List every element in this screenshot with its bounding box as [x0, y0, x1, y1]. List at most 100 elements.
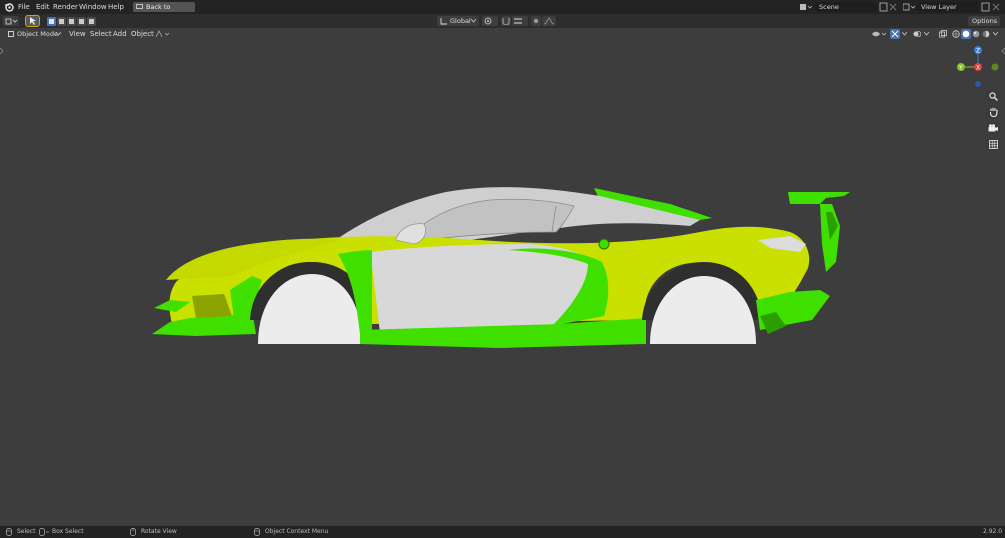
overlays-toggle[interactable]	[912, 29, 922, 39]
viewport-header: Object Mode View Select Add Object	[0, 28, 1005, 40]
screen-icon	[136, 4, 143, 9]
menu-render[interactable]: Render	[53, 2, 78, 12]
select-mode-new-icon[interactable]	[47, 17, 56, 26]
snap-target-dropdown[interactable]	[512, 16, 528, 26]
magnet-icon	[502, 18, 510, 25]
menu-window[interactable]: Window	[79, 2, 107, 12]
grid-icon	[989, 140, 998, 149]
gizmo-dropdown-icon[interactable]	[902, 32, 907, 36]
menu-add[interactable]: Add	[113, 29, 127, 39]
gizmo-icon	[891, 30, 899, 38]
hand-icon	[989, 107, 998, 117]
gizmo-z-label: Z	[976, 48, 980, 55]
delete-scene-icon[interactable]	[889, 3, 897, 11]
increment-icon	[514, 18, 522, 24]
object-mode-icon	[8, 31, 14, 37]
menu-view[interactable]: View	[69, 29, 86, 39]
scene-name: Scene	[819, 3, 839, 11]
transform-orientation-label: Global	[450, 17, 471, 25]
mode-label: Object Mode	[17, 30, 58, 38]
pivot-point-dropdown[interactable]	[482, 16, 498, 26]
chevron-down-icon	[471, 19, 476, 23]
status-rotate-view: Rotate View	[141, 528, 177, 535]
falloff-dropdown[interactable]	[542, 16, 556, 26]
shading-rendered-button[interactable]	[981, 29, 991, 39]
options-button[interactable]: Options	[968, 16, 1000, 26]
shading-material-button[interactable]	[971, 29, 981, 39]
version-label: 2.92.0	[983, 528, 1003, 535]
menu-edit[interactable]: Edit	[36, 2, 50, 12]
status-box-select: Box Select	[52, 528, 84, 535]
mode-dropdown[interactable]: Object Mode	[5, 29, 63, 39]
gizmo-toggle[interactable]	[890, 29, 900, 39]
shading-wireframe-button[interactable]	[951, 29, 961, 39]
editor-type-button[interactable]	[3, 16, 19, 26]
mouse-right-icon	[254, 528, 260, 536]
select-mode-subtract-icon[interactable]	[67, 17, 76, 26]
3d-viewport[interactable]	[0, 14, 1005, 526]
gizmo-y-label: Y	[958, 65, 963, 72]
select-mode-intersect-icon[interactable]	[87, 17, 96, 26]
car-model[interactable]	[0, 14, 1005, 526]
navigation-gizmo[interactable]: Z Y X	[952, 42, 1002, 88]
proportional-editing-toggle[interactable]	[531, 16, 541, 26]
options-label: Options	[972, 17, 998, 25]
rendered-shading-icon	[982, 30, 990, 38]
xray-toggle[interactable]	[938, 29, 948, 39]
scene-name-field[interactable]: Scene	[815, 2, 877, 12]
select-mode-extend-icon[interactable]	[57, 17, 66, 26]
falloff-curve-icon	[544, 17, 554, 25]
pan-button[interactable]	[986, 105, 1000, 119]
transform-affect-icon[interactable]	[155, 30, 169, 38]
blender-logo-icon[interactable]	[4, 2, 14, 12]
overlays-dropdown-icon[interactable]	[924, 32, 929, 36]
wireframe-shading-icon	[952, 30, 960, 38]
visibility-icon[interactable]	[872, 30, 886, 38]
select-tool-button[interactable]	[25, 15, 40, 27]
material-shading-icon	[972, 30, 980, 38]
back-to-previous-button[interactable]: Back to Previous	[133, 2, 195, 21]
perspective-toggle-button[interactable]	[986, 137, 1000, 151]
overlays-icon	[913, 31, 921, 37]
menu-file[interactable]: File	[18, 2, 30, 12]
chevron-down-icon	[56, 32, 61, 36]
menu-select[interactable]: Select	[90, 29, 112, 39]
axis-icon	[440, 18, 447, 25]
solid-shading-icon	[962, 30, 970, 38]
new-view-layer-icon[interactable]	[981, 2, 990, 12]
toolbar-expand-icon[interactable]	[0, 48, 4, 54]
status-bar: Select Box Select Rotate View Object Con…	[0, 526, 1005, 538]
gizmo-x-label: X	[976, 65, 980, 72]
gizmo-neg-z-axis[interactable]	[975, 81, 981, 87]
menu-help[interactable]: Help	[108, 2, 124, 12]
mouse-middle-icon	[130, 528, 136, 536]
zoom-button[interactable]	[986, 89, 1000, 103]
view-layer-field[interactable]: View Layer	[917, 2, 979, 12]
gizmo-neg-y-axis[interactable]	[991, 63, 999, 71]
camera-view-button[interactable]	[986, 121, 1000, 135]
view-layer-name: View Layer	[921, 3, 957, 11]
tool-header: Global Options	[0, 14, 1005, 28]
fuel-cap	[598, 238, 610, 250]
proportional-icon	[533, 18, 539, 24]
transform-orientation-dropdown[interactable]: Global	[437, 16, 479, 26]
shading-solid-button[interactable]	[961, 29, 971, 39]
3d-view-icon	[5, 18, 17, 25]
status-context-menu: Object Context Menu	[265, 528, 329, 535]
new-scene-icon[interactable]	[879, 2, 888, 12]
menu-object[interactable]: Object	[131, 29, 154, 39]
snap-toggle[interactable]	[501, 16, 511, 26]
shading-dropdown-icon[interactable]	[993, 32, 998, 36]
pivot-icon	[484, 17, 492, 25]
scene-icon[interactable]	[800, 3, 812, 11]
top-menu-bar: File Edit Render Window Help Back to Pre…	[0, 0, 1005, 21]
mouse-left-icon	[6, 528, 12, 536]
rear-wing	[788, 192, 850, 204]
view-layer-icon[interactable]	[903, 3, 915, 11]
zoom-icon	[989, 92, 998, 101]
camera-icon	[988, 124, 998, 132]
door-panel	[370, 244, 590, 332]
select-mode-invert-icon[interactable]	[77, 17, 86, 26]
status-select: Select	[17, 528, 36, 535]
delete-view-layer-icon[interactable]	[992, 3, 1000, 11]
